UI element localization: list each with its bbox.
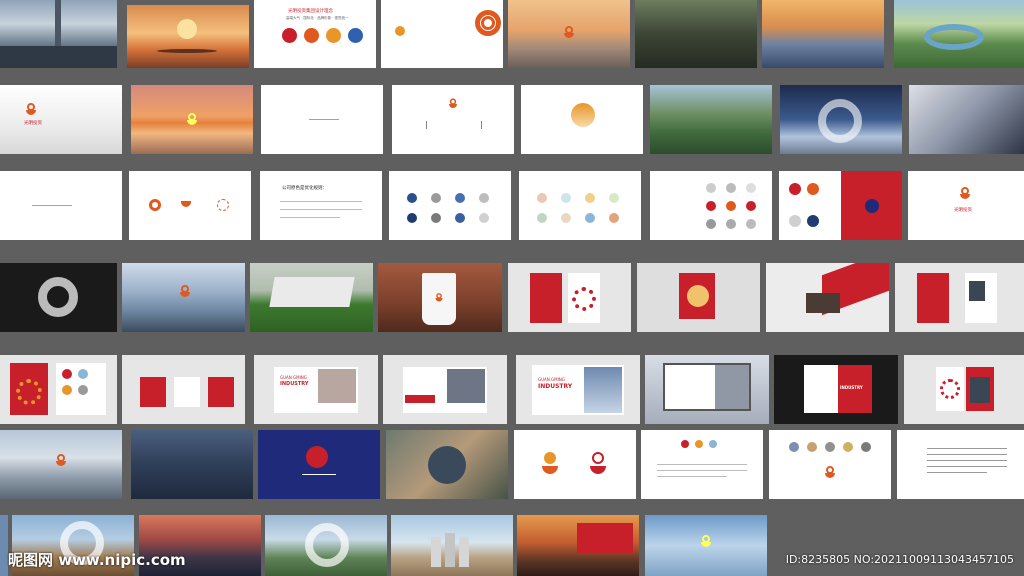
brochure-title: INDUSTRY <box>840 385 863 390</box>
thumb-business-cards[interactable] <box>766 263 889 332</box>
concept-circle <box>282 28 297 43</box>
brochure-title: INDUSTRY <box>538 383 573 390</box>
thumb-sunrise-logo[interactable] <box>131 85 253 154</box>
thumb-white-brochure[interactable] <box>904 355 1024 424</box>
thumb-logo-construction[interactable] <box>514 430 636 499</box>
brochure-title: INDUSTRY <box>280 381 309 387</box>
thumb-city-skyline[interactable] <box>0 0 117 68</box>
thumb-valley-town[interactable] <box>650 85 772 154</box>
thumb-hands-circle[interactable] <box>386 430 508 499</box>
slide-title: 公司原色是优化规则： <box>282 186 327 191</box>
brochure-title: GUAN GMING <box>538 377 565 382</box>
thumb-brochure-handshake[interactable]: GUAN GMING INDUSTRY <box>254 355 378 424</box>
thumb-stationery-gray[interactable] <box>637 263 760 332</box>
thumb-building-sign[interactable] <box>122 263 245 332</box>
thumb-gradient-sun[interactable] <box>521 85 643 154</box>
thumb-red-poster[interactable] <box>508 263 631 332</box>
thumb-chess-hand[interactable] <box>909 85 1024 154</box>
thumb-mountain-logo[interactable] <box>508 0 630 68</box>
thumb-paragraph-slide[interactable] <box>897 430 1024 499</box>
thumb-sunset-sea[interactable] <box>127 5 249 68</box>
thumb-dark-brochure[interactable]: INDUSTRY <box>774 355 898 424</box>
thumb-pastel-swatches[interactable] <box>519 171 641 240</box>
thumb-shopping-bags[interactable] <box>122 355 245 424</box>
thumb-ring-dark[interactable] <box>0 263 117 332</box>
thumb-sunset-billboard[interactable] <box>517 515 639 576</box>
thumb-red-brochure[interactable] <box>895 263 1024 332</box>
thumb-logo-evolution[interactable] <box>129 171 251 240</box>
watermark-id: ID:8235805 NO:20211009113043457105 <box>785 553 1014 566</box>
thumb-mountain-ring[interactable] <box>265 515 387 576</box>
brand-name: 光明投资 <box>24 121 42 126</box>
slide-title: 光明投资集团设计理念 <box>288 9 333 14</box>
thumb-logo-text-grid[interactable] <box>392 85 514 154</box>
thumb-texture-swatches[interactable] <box>389 171 511 240</box>
thumb-design-concept[interactable]: 光明投资集团设计理念 高端大气 · 国际化 · 品牌形象 · 视觉统一 <box>254 0 376 68</box>
slide-subtitle: 高端大气 · 国际化 · 品牌形象 · 视觉统一 <box>286 16 349 20</box>
concept-circle <box>326 28 341 43</box>
concept-circle <box>348 28 363 43</box>
concept-circle <box>304 28 319 43</box>
thumb-pattern-page[interactable] <box>0 355 117 424</box>
watermark-site: 昵图网 www.nipic.com <box>8 551 186 569</box>
thumb-logo-ink-mountain[interactable]: 光明投资 <box>0 85 122 154</box>
thumb-brochure-building[interactable]: GUAN GMING INDUSTRY <box>516 355 640 424</box>
thumb-text-slide[interactable] <box>641 430 763 499</box>
thumb-icon-row[interactable] <box>769 430 891 499</box>
brand-name: 光明投资 <box>954 208 972 213</box>
thumb-coffee-cup[interactable] <box>378 263 502 332</box>
thumb-night-bridge[interactable] <box>780 85 902 154</box>
thumb-village-roofs[interactable] <box>635 0 757 68</box>
thumb-river-bend[interactable] <box>894 0 1024 68</box>
thumb-brochure-people[interactable] <box>383 355 507 424</box>
thumb-city-logo[interactable] <box>0 430 122 499</box>
thumb-lake-sunset[interactable] <box>762 0 884 68</box>
thumb-business-man[interactable] <box>131 430 253 499</box>
thumb-grain-silo[interactable] <box>391 515 513 576</box>
thumb-navy-logo[interactable] <box>258 430 380 499</box>
thumb-blank-slide[interactable] <box>261 85 383 154</box>
thumb-red-split[interactable] <box>779 171 902 240</box>
thumb-logo-name[interactable]: 光明投资 <box>908 171 1024 240</box>
brochure-title: GUAN GMING <box>280 375 307 380</box>
thumb-partial-left[interactable] <box>0 515 8 576</box>
thumb-grass-sign[interactable] <box>250 263 373 332</box>
thumb-plain-slide[interactable] <box>0 171 122 240</box>
thumb-billboard[interactable] <box>645 355 769 424</box>
thumb-color-rules[interactable]: 公司原色是优化规则： <box>260 171 382 240</box>
thumb-glass-tower[interactable] <box>645 515 767 576</box>
thumb-pattern-grid[interactable] <box>650 171 772 240</box>
thumb-logo-elements[interactable] <box>381 0 503 68</box>
